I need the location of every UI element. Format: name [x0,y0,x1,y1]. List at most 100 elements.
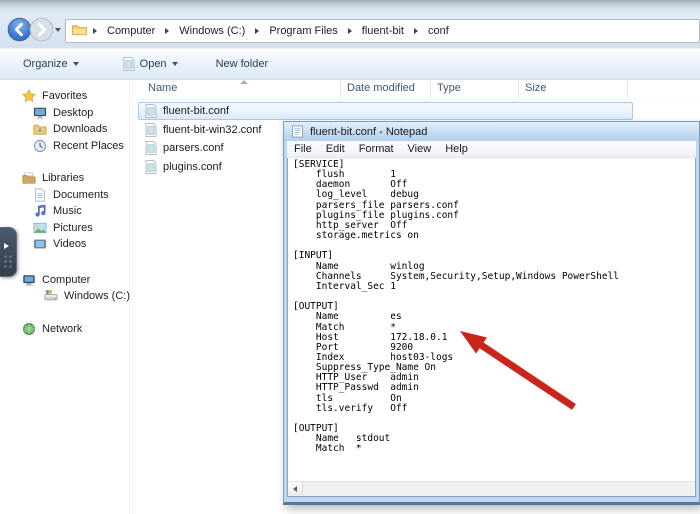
menu-help[interactable]: Help [438,143,475,155]
sidebar-item-favorites[interactable]: Favorites [0,88,129,105]
column-header-date-modified[interactable]: Date modified [347,82,415,94]
column-divider[interactable] [430,81,431,98]
file-icon [123,57,135,71]
file-name: fluent-bit-win32.conf [163,124,261,136]
sidebar-item-recent-places[interactable]: Recent Places [0,138,129,155]
breadcrumb-separator-icon [348,28,352,34]
config-file-text: [SERVICE] flush 1 daemon Off log_level d… [288,158,695,455]
document-icon [33,188,47,202]
notepad-icon [291,125,304,138]
column-header-size[interactable]: Size [525,82,546,94]
notepad-menubar: File Edit Format View Help [287,141,696,158]
file-name: plugins.conf [163,161,222,173]
navigation-pane: Favorites Desktop Downloads Recent Pla [0,80,130,514]
conf-file-icon [145,104,157,118]
breadcrumb-separator-icon [414,28,418,34]
forward-button[interactable] [29,17,54,47]
column-header-type[interactable]: Type [437,82,461,94]
sidebar-label: Libraries [42,172,84,184]
file-row-fluent-bit-conf[interactable]: fluent-bit.conf [138,102,633,120]
sidebar-label: Music [53,205,82,217]
column-divider[interactable] [518,81,519,98]
notepad-title: fluent-bit.conf - Notepad [310,126,427,138]
column-headers: Name Date modified Type Size [130,80,700,100]
folder-icon [72,24,87,39]
expand-arrow-icon [4,243,9,249]
sidebar-item-downloads[interactable]: Downloads [0,121,129,138]
sidebar-label: Pictures [53,222,93,234]
hard-drive-icon [44,289,58,303]
sidebar-label: Favorites [42,90,87,102]
horizontal-scrollbar[interactable] [288,481,695,496]
video-icon [33,237,47,251]
sidebar-item-computer[interactable]: Computer [0,272,129,289]
download-folder-icon [33,122,47,136]
address-bar[interactable]: Computer Windows (C:) Program Files flue… [65,19,700,43]
sidebar-label: Computer [42,274,90,286]
sidebar-item-music[interactable]: Music [0,203,129,220]
new-folder-label: New folder [216,58,269,70]
sidebar-item-network[interactable]: Network [0,321,129,338]
notepad-titlebar[interactable]: fluent-bit.conf - Notepad [284,122,699,141]
column-divider[interactable] [627,81,628,98]
conf-file-icon [145,123,157,137]
command-toolbar: Organize Open New folder [0,48,700,80]
sidebar-item-windows-c[interactable]: Windows (C:) [0,288,129,305]
breadcrumb-item-program-files[interactable]: Program Files [265,23,341,39]
sidebar-label: Recent Places [53,140,124,152]
sidebar-label: Downloads [53,123,107,135]
breadcrumb-item-drive[interactable]: Windows (C:) [175,23,249,39]
open-label: Open [140,58,167,70]
new-folder-button[interactable]: New folder [208,54,277,74]
forward-arrow-icon [29,17,54,42]
menu-view[interactable]: View [401,143,439,155]
scroll-left-icon [293,486,297,492]
sort-ascending-icon [240,80,248,84]
column-header-name[interactable]: Name [148,82,177,94]
docked-panel-handle[interactable] [0,227,17,277]
star-icon [22,89,36,103]
chevron-down-icon [172,62,178,66]
sidebar-label: Videos [53,238,86,250]
organize-label: Organize [23,58,68,70]
desktop-icon [33,106,47,120]
menu-file[interactable]: File [287,143,319,155]
sidebar-label: Windows (C:) [64,290,130,302]
menu-edit[interactable]: Edit [319,143,352,155]
sidebar-label: Documents [53,189,109,201]
network-globe-icon [22,322,36,336]
sidebar-label: Network [42,323,82,335]
sidebar-label: Desktop [53,107,93,119]
column-divider[interactable] [340,81,341,98]
organize-button[interactable]: Organize [15,54,87,74]
sidebar-item-documents[interactable]: Documents [0,187,129,204]
scroll-left-button[interactable] [288,482,303,495]
breadcrumb-item-computer[interactable]: Computer [103,23,159,39]
notepad-client-area: [SERVICE] flush 1 daemon Off log_level d… [287,158,696,497]
open-button[interactable]: Open [115,53,186,75]
sidebar-item-desktop[interactable]: Desktop [0,105,129,122]
notepad-window: fluent-bit.conf - Notepad File Edit Form… [283,121,700,505]
breadcrumb-item-conf[interactable]: conf [424,23,453,39]
breadcrumb-separator-icon [93,28,97,34]
music-note-icon [33,204,47,218]
menu-format[interactable]: Format [352,143,401,155]
picture-icon [33,221,47,235]
breadcrumb-separator-icon [255,28,259,34]
sidebar-item-pictures[interactable]: Pictures [0,220,129,237]
sidebar-item-videos[interactable]: Videos [0,236,129,253]
libraries-icon [22,171,36,185]
file-name: parsers.conf [163,142,224,154]
sidebar-item-libraries[interactable]: Libraries [0,170,129,187]
conf-file-icon [145,160,157,174]
recent-pages-dropdown-icon[interactable] [55,28,61,32]
chevron-down-icon [73,62,79,66]
address-row: Computer Windows (C:) Program Files flue… [0,13,700,48]
file-name: fluent-bit.conf [163,105,229,117]
notepad-text-area[interactable]: [SERVICE] flush 1 daemon Off log_level d… [288,158,695,481]
recent-places-icon [33,139,47,153]
conf-file-icon [145,141,157,155]
computer-icon [22,273,36,287]
breadcrumb-item-fluent-bit[interactable]: fluent-bit [358,23,408,39]
breadcrumb-separator-icon [165,28,169,34]
